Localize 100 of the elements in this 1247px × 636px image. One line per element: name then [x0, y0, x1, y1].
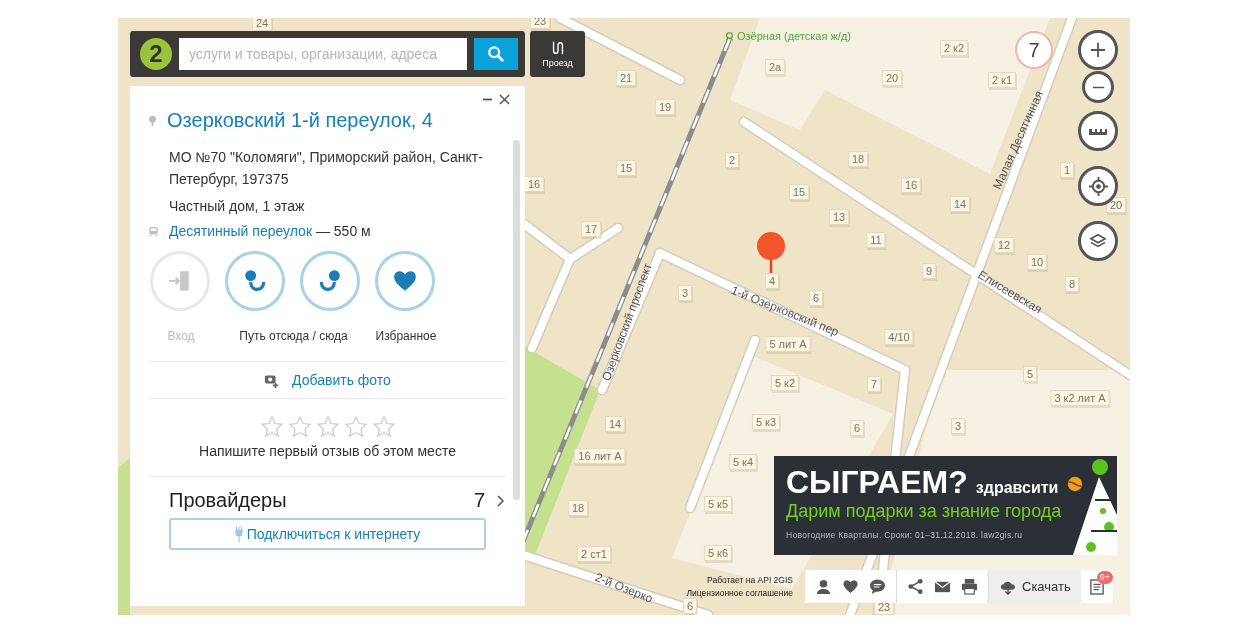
house-number: 18 — [847, 151, 869, 167]
brand-name: здравсити — [975, 479, 1059, 497]
crosshair-icon — [1088, 176, 1108, 196]
action-label: Путь отсюда / сюда — [239, 329, 348, 343]
plug-icon — [234, 525, 243, 543]
route-button[interactable] — [225, 251, 285, 311]
house-number: 3 — [950, 418, 966, 434]
zoom-out-button[interactable] — [1082, 71, 1114, 103]
person-icon[interactable] — [815, 578, 832, 595]
house-number: 2 к2 — [939, 40, 969, 56]
house-number: 2 к1 — [987, 72, 1017, 88]
chevron-right-icon[interactable] — [497, 494, 505, 507]
add-photo-link[interactable]: Добавить фото — [292, 372, 391, 388]
route-end-icon — [317, 268, 343, 294]
favorite-button[interactable] — [375, 251, 435, 311]
layers-icon — [1089, 233, 1107, 249]
house-number: 6 — [849, 420, 865, 436]
print-icon[interactable] — [961, 578, 978, 595]
star-icon[interactable] — [315, 415, 340, 439]
star-icon[interactable] — [259, 415, 284, 439]
house-number: 16 лит А — [574, 448, 626, 464]
distance-text: — 550 м — [314, 223, 371, 239]
attribution-link[interactable]: Работает на API 2GIS — [707, 574, 793, 587]
ruler-button[interactable] — [1078, 111, 1118, 151]
news-icon[interactable] — [1089, 578, 1104, 595]
star-icon[interactable] — [287, 415, 312, 439]
house-number: 7 — [866, 376, 882, 392]
house-number: 3 — [677, 285, 693, 301]
providers-heading: Провайдеры — [169, 489, 288, 512]
route-start-icon — [242, 268, 268, 294]
house-number: 4/10 — [884, 329, 914, 345]
attribution-link[interactable]: Лицензионное соглашение — [686, 587, 793, 600]
banner-headline: СЫГРАЕМ? — [786, 464, 968, 500]
logo: 2 — [140, 38, 172, 70]
house-number: 13 — [828, 209, 850, 225]
house-number: 5 к3 — [751, 414, 781, 430]
action-label: Вход — [167, 329, 195, 343]
house-number: 16 — [523, 176, 545, 192]
house-number: 20 — [881, 70, 903, 86]
place-title: Озерковский 1-й переулок, 4 — [167, 109, 433, 132]
layers-button[interactable] — [1078, 221, 1118, 261]
promo-banner[interactable]: СЫГРАЕМ? здравсити Дарим подарки за знание города Новогодние Кварталы. Сроки: 01–31.12.2018. law2gis.ru — [774, 456, 1117, 555]
banner-footnote: Новогодние Кварталы. Сроки: 01–31.12.2018. law2gis.ru — [786, 530, 1024, 540]
providers-count: 7 — [473, 489, 485, 512]
house-number: 17 — [580, 221, 602, 237]
download-button[interactable]: Скачать — [989, 570, 1081, 603]
star-icon[interactable] — [343, 415, 368, 439]
notification-badge: 9+ — [1096, 571, 1113, 584]
house-number: 21 — [615, 70, 637, 86]
house-number: 14 — [604, 416, 626, 432]
house-number: 16 — [900, 177, 922, 193]
house-number: 24 — [251, 18, 273, 31]
scrollbar[interactable] — [513, 140, 520, 500]
station-label: Озёрная (детская ж/д) — [737, 30, 851, 42]
mail-icon[interactable] — [934, 578, 951, 595]
house-number: 14 — [949, 196, 971, 212]
search-button[interactable] — [474, 38, 518, 70]
house-number: 15 — [615, 160, 637, 176]
transit-stop-link[interactable]: Десятинный переулок — [169, 223, 313, 239]
banner-tagline: Дарим подарки за знание города — [786, 500, 1063, 522]
house-number: 4 — [764, 273, 780, 289]
house-number: 1 — [1059, 162, 1075, 178]
house-number: 9 — [921, 263, 937, 279]
house-number: 2 ст1 — [577, 546, 611, 562]
connect-internet-button[interactable]: Подключиться к интернету — [169, 518, 486, 550]
address-text: МО №70 "Коломяги", Приморский район, Санкт-Петербург, 197375 — [169, 148, 484, 189]
house-number: 6 — [682, 598, 698, 614]
house-number: 5 к6 — [703, 545, 733, 561]
directions-button[interactable]: Проезд — [530, 31, 585, 77]
close-icon[interactable] — [499, 94, 510, 105]
star-icon[interactable] — [371, 415, 396, 439]
train-icon — [725, 31, 734, 41]
house-number: 18 — [567, 500, 589, 516]
house-number: 5 лит А — [765, 336, 811, 352]
heart-icon[interactable] — [842, 578, 859, 595]
house-number: 10 — [1026, 254, 1048, 270]
house-number: 12 — [993, 237, 1015, 253]
house-number: 8 — [1064, 276, 1080, 292]
zoom-in-button[interactable] — [1078, 30, 1118, 70]
house-number: 2а — [764, 59, 786, 75]
house-number: 5 к2 — [770, 375, 800, 391]
house-number: 5 к4 — [728, 454, 758, 470]
ruler-icon — [1088, 126, 1108, 136]
ball-icon — [1066, 475, 1085, 493]
plus-icon — [1090, 42, 1106, 58]
action-label: Избранное — [375, 329, 437, 343]
route-button[interactable] — [300, 251, 360, 311]
house-number: 23 — [529, 18, 551, 29]
house-number: 5 к5 — [703, 496, 733, 512]
building-type-text: Частный дом, 1 этаж — [169, 197, 306, 216]
pin-icon — [148, 114, 157, 127]
house-number: 15 — [788, 184, 810, 200]
review-prompt[interactable]: Напишите первый отзыв об этом месте — [150, 443, 505, 459]
house-number: 2 — [724, 152, 740, 168]
share-icon[interactable] — [907, 578, 924, 595]
bus-icon — [148, 225, 159, 237]
house-number: 19 — [654, 99, 676, 115]
search-field[interactable]: услуги и товары, организации, адреса — [179, 38, 467, 70]
chat-icon[interactable] — [869, 578, 886, 595]
house-number: 5 — [1022, 366, 1038, 382]
